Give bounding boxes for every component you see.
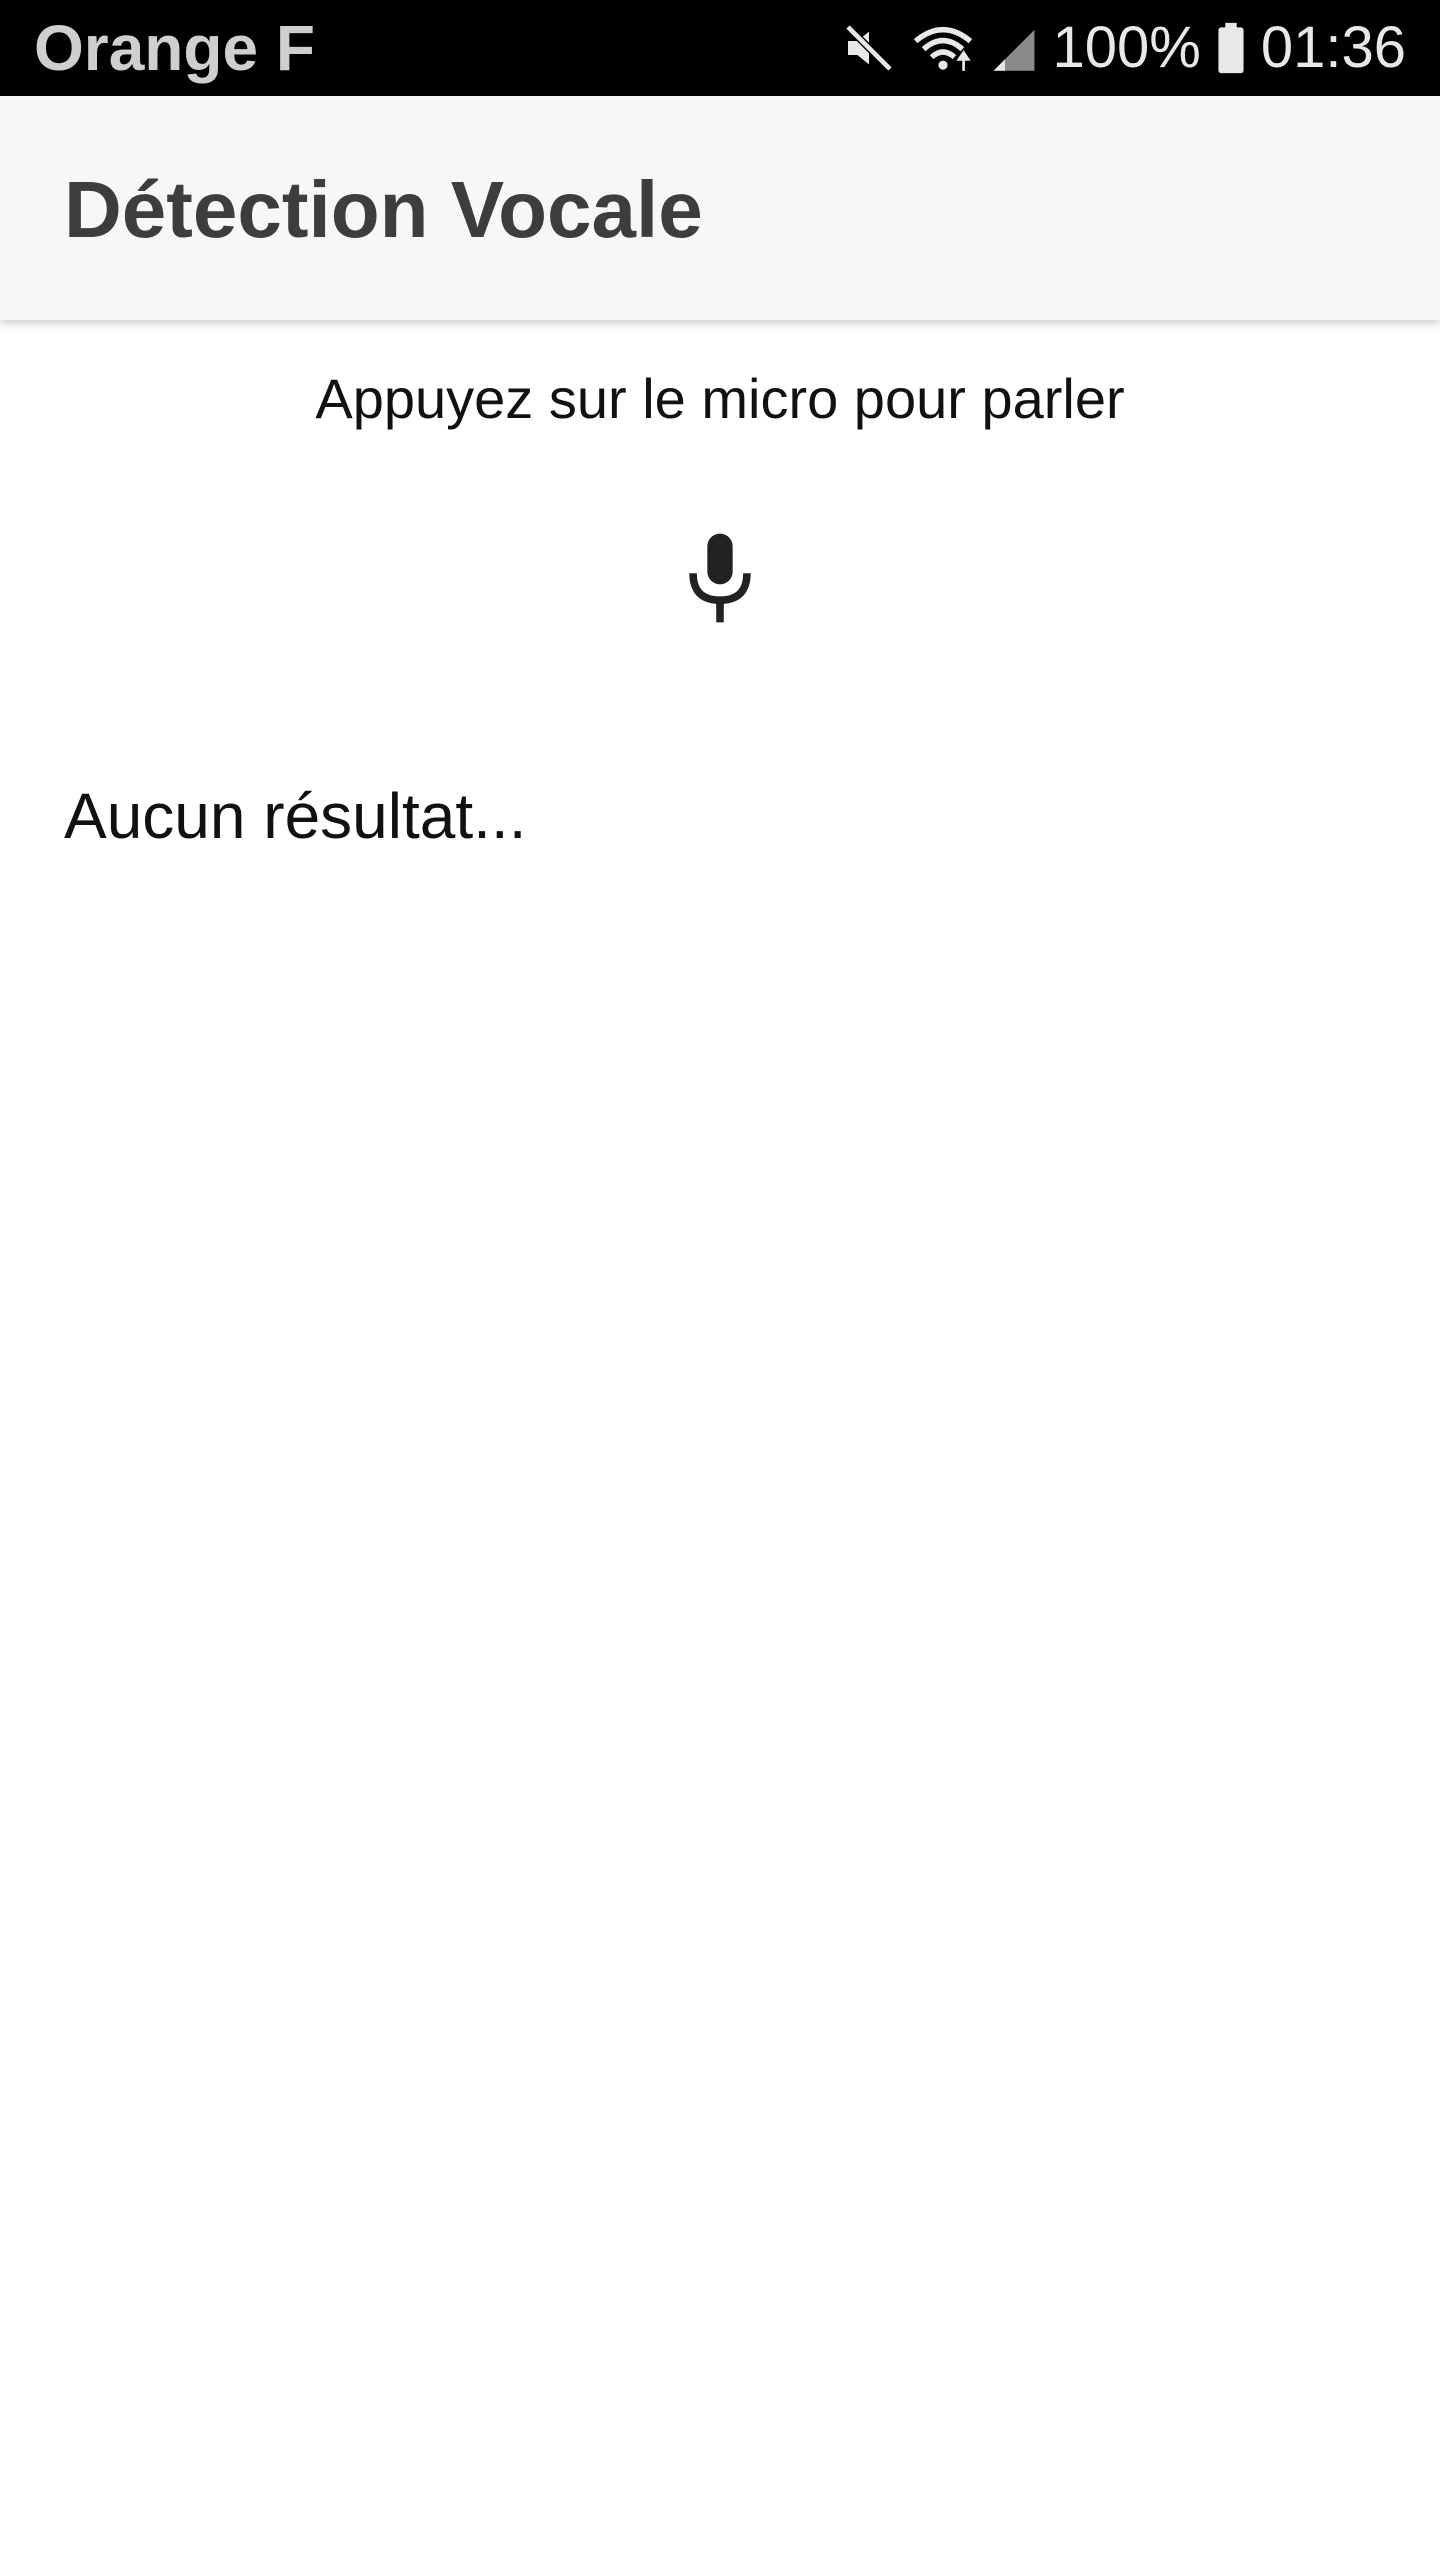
microphone-button[interactable] [670,520,770,640]
battery-percentage: 100% [1052,15,1201,80]
battery-icon [1215,20,1247,76]
status-clock: 01:36 [1260,15,1406,80]
status-bar: Orange F 100% 01:36 [0,0,1440,96]
microphone-icon[interactable] [682,530,758,631]
signal-icon [989,20,1039,76]
app-title: Détection Vocale [64,165,703,254]
carrier-name: Orange F [34,12,315,84]
mute-icon [841,20,897,76]
app-bar: Détection Vocale [0,96,1440,320]
speak-prompt: Appuyez sur le micro pour parler [315,367,1125,430]
wifi-icon [911,20,975,76]
result-text: Aucun résultat... [64,780,527,852]
status-icons: 100% 01:36 [841,8,1406,88]
